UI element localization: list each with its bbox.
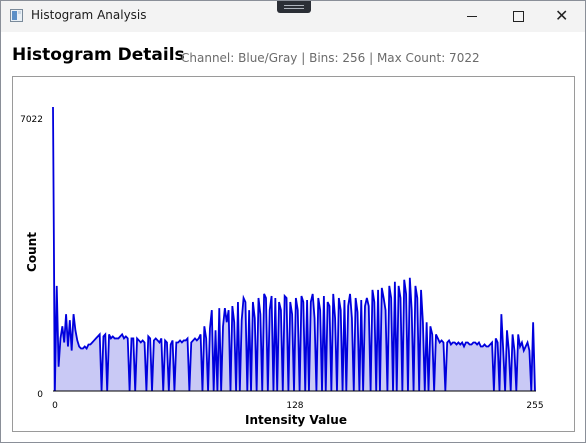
histogram-chart: Count Intensity Value 0 128 255 0 7022 (20, 106, 544, 427)
y-tick-label: 7022 (20, 115, 43, 125)
x-axis-label: Intensity Value (245, 413, 347, 427)
x-tick-label: 0 (52, 401, 58, 411)
app-window: Histogram Analysis ✕ Histogram Details C… (0, 0, 586, 443)
x-tick-label: 128 (286, 401, 303, 411)
x-tick-label: 255 (526, 401, 543, 411)
y-tick-label: 0 (37, 390, 43, 400)
y-axis-label: Count (25, 232, 39, 272)
